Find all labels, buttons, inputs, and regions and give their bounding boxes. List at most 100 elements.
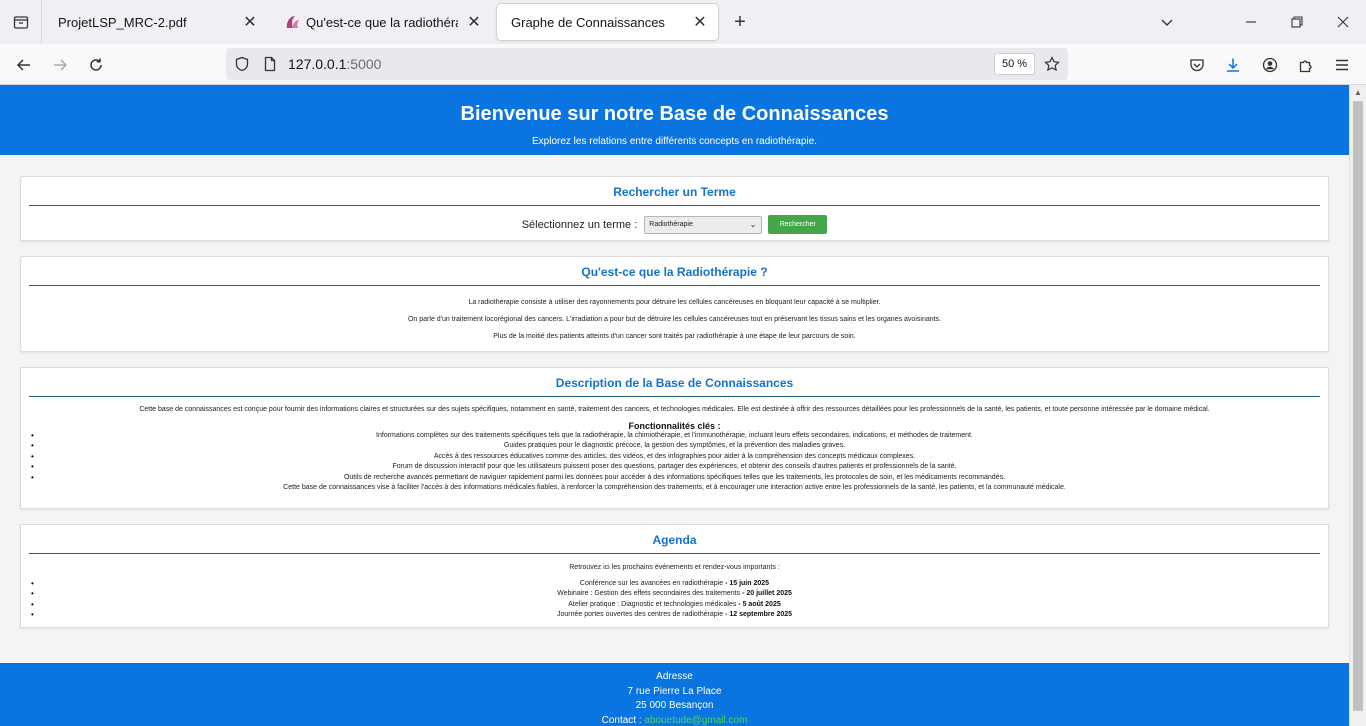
- url-port: :5000: [346, 56, 382, 72]
- agenda-section: Agenda Retrouvez ici les prochains événe…: [20, 524, 1329, 628]
- page-scrollbar[interactable]: ▲: [1349, 85, 1366, 726]
- about-paragraph: Plus de la moitié des patients atteints …: [493, 333, 856, 340]
- tab-pdf[interactable]: ProjetLSP_MRC-2.pdf ✕: [44, 4, 268, 40]
- restore-icon: [1291, 16, 1303, 28]
- browser-nav-bar: 127.0.0.1:5000 50 %: [0, 44, 1366, 85]
- agenda-heading: Agenda: [652, 533, 697, 547]
- list-item: Accès à des ressources éducatives comme …: [21, 452, 1328, 463]
- search-form: Sélectionnez un terme : Radiothérapie ⌄ …: [21, 215, 1328, 234]
- tab-title: Qu'est-ce que la radiothérapie ?: [306, 14, 458, 30]
- url-text[interactable]: 127.0.0.1:5000: [288, 56, 381, 72]
- description-intro: Cette base de connaissances est conçue p…: [139, 406, 1210, 413]
- browser-tab-bar: ProjetLSP_MRC-2.pdf ✕ Qu'est-ce que la r…: [0, 0, 1366, 44]
- agenda-event: Atelier pratique : Diagnostic et technol…: [21, 600, 1328, 611]
- address-street: 7 rue Pierre La Place: [627, 685, 722, 697]
- event-name: Conférence sur les avancées en radiothér…: [579, 580, 724, 587]
- agenda-list: Conférence sur les avancées en radiothér…: [21, 579, 1328, 621]
- event-date: 15 juin 2025: [729, 580, 770, 587]
- shield-icon[interactable]: [234, 56, 250, 72]
- close-icon[interactable]: ✕: [242, 14, 258, 31]
- knowledge-base-description-section: Description de la Base de Connaissances …: [20, 367, 1329, 509]
- event-name: Journée portes ouvertes des centres de r…: [556, 611, 724, 619]
- account-button[interactable]: [1255, 50, 1285, 80]
- event-name: Atelier pratique : Diagnostic et technol…: [568, 600, 737, 608]
- address-bar[interactable]: 127.0.0.1:5000 50 %: [226, 48, 1068, 80]
- term-select-value: Radiothérapie: [649, 220, 693, 228]
- url-host: 127.0.0.1: [288, 56, 347, 72]
- pocket-icon: [1190, 59, 1204, 72]
- forward-button[interactable]: [45, 50, 75, 80]
- scrollbar-thumb[interactable]: [1353, 101, 1363, 711]
- app-menu-button[interactable]: [1327, 50, 1357, 80]
- tab-list-icon: [13, 16, 28, 29]
- agenda-event: Journée portes ouvertes des centres de r…: [21, 610, 1328, 621]
- account-icon: [1262, 57, 1278, 73]
- event-date: 12 septembre 2025: [729, 611, 793, 619]
- contact-email-link[interactable]: abouetude@gmail.com: [644, 715, 747, 726]
- close-icon[interactable]: ✕: [692, 14, 708, 31]
- about-heading: Qu'est-ce que la Radiothérapie ?: [581, 265, 768, 279]
- list-all-tabs-button[interactable]: [0, 0, 42, 44]
- address-label: Adresse: [656, 671, 693, 682]
- arrow-right-icon: [54, 59, 68, 71]
- tab-graphe-connaissances[interactable]: Graphe de Connaissances ✕: [497, 4, 718, 40]
- term-select[interactable]: Radiothérapie ⌄: [644, 215, 763, 234]
- puzzle-icon: [1299, 60, 1312, 73]
- site-header: Bienvenue sur notre Base de Connaissance…: [0, 85, 1349, 155]
- pocket-button[interactable]: [1182, 50, 1212, 80]
- features-list: Informations complètes sur des traitemen…: [21, 431, 1328, 483]
- minimize-icon: [1246, 21, 1256, 23]
- downloads-button[interactable]: [1218, 50, 1248, 80]
- restore-button[interactable]: [1274, 0, 1320, 44]
- address-city: 25 000 Besançon: [635, 700, 714, 711]
- star-icon[interactable]: [1044, 56, 1060, 72]
- contact-label: Contact :: [601, 714, 645, 726]
- minimize-button[interactable]: [1228, 0, 1274, 44]
- close-window-button[interactable]: [1320, 0, 1366, 44]
- tab-title: Graphe de Connaissances: [511, 14, 665, 30]
- agenda-intro: Retrouvez ici les prochains événements e…: [569, 564, 780, 571]
- divider: [29, 285, 1320, 286]
- divider: [29, 553, 1320, 554]
- page-icon[interactable]: [262, 56, 278, 72]
- back-button[interactable]: [9, 50, 39, 80]
- tab-radiotherapie[interactable]: Qu'est-ce que la radiothérapie ? ✕: [270, 4, 492, 40]
- divider: [29, 205, 1320, 206]
- search-button[interactable]: Rechercher: [768, 215, 828, 234]
- description-outro: Cette base de connaissances vise à facil…: [283, 483, 1066, 491]
- description-heading: Description de la Base de Connaissances: [555, 376, 794, 390]
- list-item: Outils de recherche avancés permettant d…: [21, 473, 1328, 484]
- contact-line: Contact : abouetude@gmail.com: [0, 714, 1349, 726]
- close-icon: [1337, 16, 1349, 28]
- new-tab-button[interactable]: +: [728, 10, 752, 34]
- list-item: Forum de discussion interactif pour que …: [21, 462, 1328, 473]
- tab-overflow-button[interactable]: [1144, 0, 1190, 44]
- zoom-level-button[interactable]: 50 %: [994, 53, 1036, 75]
- extensions-button[interactable]: [1291, 50, 1321, 80]
- about-radiotherapy-section: Qu'est-ce que la Radiothérapie ? La radi…: [20, 256, 1329, 352]
- term-select-label: Sélectionnez un terme :: [521, 218, 638, 231]
- about-paragraph: On parle d'un traitement locorégional de…: [407, 316, 942, 323]
- download-icon: [1227, 58, 1239, 72]
- page-title: Bienvenue sur notre Base de Connaissance…: [460, 103, 889, 125]
- reload-icon: [90, 58, 102, 71]
- close-icon[interactable]: ✕: [466, 14, 482, 31]
- event-date: 20 juillet 2025: [746, 590, 792, 598]
- chevron-down-icon: [1161, 19, 1173, 26]
- tab-title: ProjetLSP_MRC-2.pdf: [58, 14, 187, 30]
- chevron-down-icon: ⌄: [749, 219, 757, 229]
- event-date: 5 août 2025: [742, 600, 781, 608]
- list-item: Guides pratiques pour le diagnostic préc…: [21, 441, 1328, 452]
- page-viewport: Bienvenue sur notre Base de Connaissance…: [0, 85, 1349, 726]
- search-section: Rechercher un Terme Sélectionnez un term…: [20, 176, 1329, 241]
- plus-icon: +: [734, 10, 746, 33]
- scroll-up-arrow-icon[interactable]: ▲: [1353, 88, 1363, 98]
- hamburger-menu-icon: [1336, 59, 1348, 71]
- page-subtitle: Explorez les relations entre différents …: [532, 136, 817, 147]
- site-footer: Adresse 7 rue Pierre La Place 25 000 Bes…: [0, 663, 1349, 726]
- about-paragraph: La radiothérapie consiste à utiliser des…: [468, 299, 881, 306]
- agenda-event: Webinaire : Gestion des effets secondair…: [21, 589, 1328, 600]
- reload-button[interactable]: [81, 50, 111, 80]
- search-heading: Rechercher un Terme: [613, 185, 736, 199]
- site-favicon-icon: [286, 16, 299, 28]
